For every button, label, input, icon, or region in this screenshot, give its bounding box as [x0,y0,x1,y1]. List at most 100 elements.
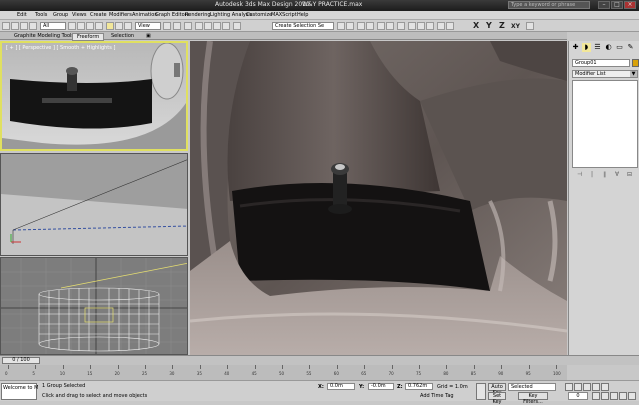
scale-icon[interactable] [124,22,132,30]
unlink-icon[interactable] [29,22,37,30]
show-end-result-icon[interactable]: | [591,171,593,178]
spinner-snap-icon[interactable] [222,22,230,30]
utilities-tab-icon[interactable]: ✎ [626,43,635,52]
current-frame-field[interactable]: 0 [568,392,588,400]
angle-snap-icon[interactable] [204,22,212,30]
modifier-stack[interactable] [572,80,638,168]
quick-render-icon[interactable] [446,22,454,30]
move-icon[interactable] [106,22,114,30]
object-color-swatch[interactable] [632,59,639,67]
link-icon[interactable] [20,22,28,30]
rendered-frame-icon[interactable] [417,22,425,30]
select-by-name-icon[interactable] [77,22,85,30]
time-slider-bar[interactable]: 0 / 100 [0,355,639,365]
object-name-field[interactable]: Group01 [572,59,630,67]
schematic-view-icon[interactable] [386,22,394,30]
teapot-icon[interactable] [437,22,445,30]
close-button[interactable]: × [624,1,636,9]
tab-selection[interactable]: Selection [111,33,134,39]
modify-tab-icon[interactable]: ◗ [582,43,591,52]
axis-xy-button[interactable]: XY [511,23,520,30]
selection-filter-dropdown[interactable]: All [40,22,66,30]
align-icon[interactable] [346,22,354,30]
viewport-perspective[interactable]: [ + ] [ Perspective ] [ Smooth + Highlig… [0,41,188,151]
trackbar[interactable]: 0 5 10 15 20 25 30 35 40 45 50 55 60 65 70 75 80 85 90 95 10… [0,365,567,380]
menu-maxscript[interactable]: MAXScript [271,12,297,18]
zoom-all-icon[interactable] [601,392,609,400]
display-tab-icon[interactable]: ▭ [615,43,624,52]
tab-freeform[interactable]: Freeform [72,33,105,41]
rotate-icon[interactable] [115,22,123,30]
create-tab-icon[interactable]: ✚ [571,43,580,52]
menu-group[interactable]: Group [53,12,68,18]
zoom-icon[interactable] [592,392,600,400]
viewport-front[interactable] [0,153,188,256]
chevron-down-icon[interactable]: ▼ [630,71,637,77]
help-search-input[interactable]: Type a keyword or phrase [508,1,590,9]
orbit-icon[interactable] [628,392,636,400]
remove-modifier-icon[interactable]: ∀ [615,171,619,178]
axis-x-button[interactable]: X [473,21,479,30]
set-key-icon[interactable] [476,383,486,400]
render-setup-icon[interactable] [408,22,416,30]
add-time-tag-button[interactable]: Add Time Tag [420,393,454,399]
next-frame-icon[interactable] [592,383,600,391]
select-manipulate-icon[interactable] [173,22,181,30]
viewport-camera-main[interactable] [190,41,567,355]
redo-icon[interactable] [11,22,19,30]
select-object-icon[interactable] [68,22,76,30]
pan-icon[interactable] [619,392,627,400]
axis-constraint-icon[interactable] [526,22,534,30]
minimize-button[interactable]: – [598,1,610,9]
maximize-button[interactable]: □ [611,1,623,9]
keyboard-shortcut-icon[interactable] [184,22,192,30]
menu-create[interactable]: Create [90,12,107,18]
menu-views[interactable]: Views [72,12,86,18]
hierarchy-tab-icon[interactable]: ☰ [593,43,602,52]
window-crossing-icon[interactable] [95,22,103,30]
viewport-label[interactable]: [ + ] [ Perspective ] [ Smooth + Highlig… [6,45,115,51]
tab-graphite-modeling-tools[interactable]: Graphite Modeling Tools [14,33,74,39]
menu-edit[interactable]: Edit [17,12,27,18]
pin-stack-icon[interactable]: ⊣ [577,171,582,178]
viewport-left[interactable] [0,257,188,355]
time-slider[interactable]: 0 / 100 [2,357,40,364]
key-selection-dropdown[interactable]: Selected [508,383,556,391]
go-to-end-icon[interactable] [601,383,609,391]
percent-snap-icon[interactable] [213,22,221,30]
named-selection-dropdown[interactable]: Create Selection Se [272,22,334,30]
render-production-icon[interactable] [426,22,434,30]
motion-tab-icon[interactable]: ◐ [604,43,613,52]
modifier-list-dropdown[interactable]: Modifier List ▼ [572,70,638,78]
key-filters-button[interactable]: Key Filters... [518,392,548,405]
axis-z-button[interactable]: Z [499,21,505,30]
edit-named-selection-icon[interactable] [233,22,241,30]
menu-rendering[interactable]: Rendering [185,12,211,18]
menu-customize[interactable]: Customize [246,12,272,18]
play-icon[interactable] [583,383,591,391]
z-coordinate-field[interactable]: 0.762m [405,383,433,390]
pivot-icon[interactable] [163,22,171,30]
go-to-start-icon[interactable] [565,383,573,391]
previous-frame-icon[interactable] [574,383,582,391]
mirror-icon[interactable] [337,22,345,30]
menu-modifiers[interactable]: Modifiers [109,12,132,18]
layer-manager-icon[interactable] [357,22,365,30]
maxscript-listener[interactable]: Welcome to M [1,383,38,400]
curve-editor-icon[interactable] [377,22,385,30]
make-unique-icon[interactable]: ∥ [603,171,606,178]
x-coordinate-field[interactable]: 0.0m [327,383,355,390]
zoom-extents-icon[interactable] [610,392,618,400]
undo-icon[interactable] [2,22,10,30]
material-editor-icon[interactable] [397,22,405,30]
menu-animation[interactable]: Animation [132,12,158,18]
set-key-button[interactable]: Set Key [488,392,506,405]
configure-sets-icon[interactable]: ⊟ [627,171,632,178]
reference-coordinate-dropdown[interactable]: View [135,22,161,30]
auto-key-button[interactable]: Auto Key [488,383,506,396]
ribbon-toggle-icon[interactable]: ▣ [146,33,151,39]
graphite-toggle-icon[interactable] [366,22,374,30]
menu-help[interactable]: Help [297,12,308,18]
snap-toggle-icon[interactable] [195,22,203,30]
axis-y-button[interactable]: Y [486,21,492,30]
